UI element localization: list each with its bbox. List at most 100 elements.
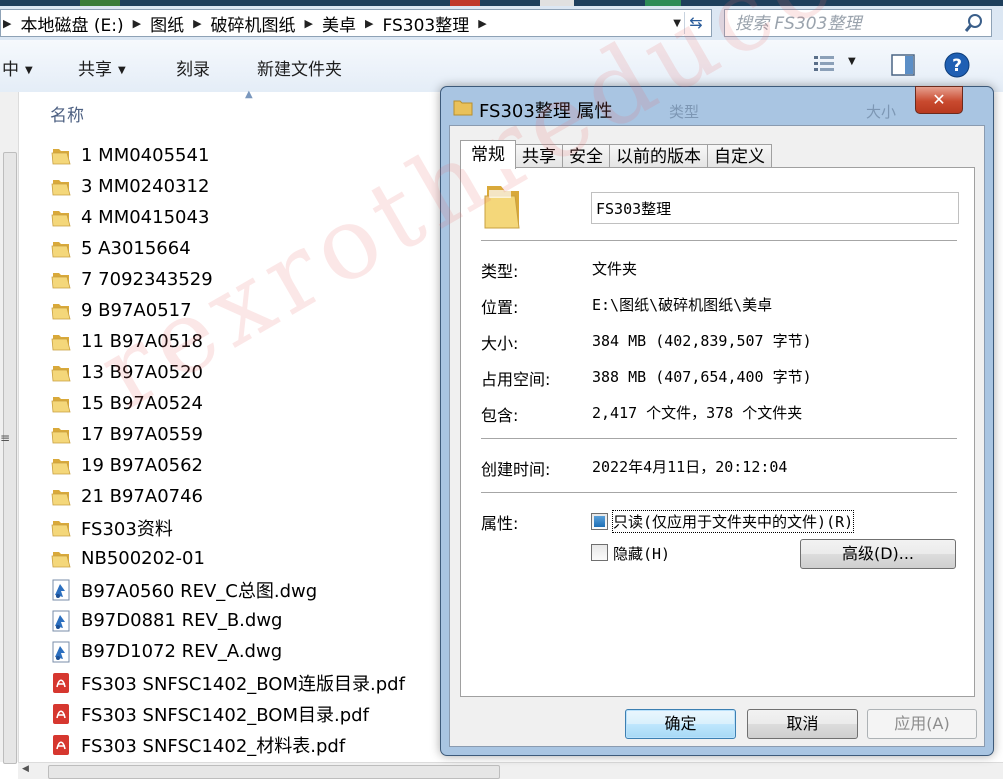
breadcrumb-separator-icon[interactable]: ▶: [133, 17, 141, 30]
tab-general[interactable]: 常规: [460, 140, 516, 169]
advanced-button[interactable]: 高级(D)...: [800, 539, 956, 569]
tab-strip: 常规 共享 安全 以前的版本 自定义: [460, 140, 772, 169]
breadcrumb-item-drawings[interactable]: 图纸: [150, 11, 184, 36]
hidden-checkbox[interactable]: [591, 544, 608, 561]
file-list-item[interactable]: 7 7092343529: [50, 264, 213, 295]
dialog-titlebar[interactable]: FS303整理 属性 类型 大小 ✕: [441, 86, 993, 127]
folder-name-field[interactable]: FS303整理: [591, 192, 959, 224]
file-name: 9 B97A0517: [81, 300, 192, 321]
file-list-item[interactable]: 13 B97A0520: [50, 357, 203, 388]
tab-customize[interactable]: 自定义: [707, 144, 772, 169]
address-history-dropdown-icon[interactable]: ▼: [673, 18, 681, 29]
tab-sharing[interactable]: 共享: [515, 144, 563, 169]
apply-button[interactable]: 应用(A): [867, 709, 977, 739]
share-button[interactable]: 共享 ▼: [78, 55, 126, 80]
file-list-item[interactable]: FS303 SNFSC1402_BOM连版目录.pdf: [50, 667, 405, 698]
breadcrumb: ▶ 本地磁盘 (E:) ▶ 图纸 ▶ 破碎机图纸 ▶ 美卓 ▶ FS303整理 …: [1, 10, 496, 36]
cancel-button[interactable]: 取消: [747, 709, 858, 739]
view-options-icon[interactable]: [812, 54, 838, 76]
file-list-item[interactable]: 5 A3015664: [50, 233, 191, 264]
help-icon[interactable]: ?: [944, 52, 970, 78]
file-name: NB500202-01: [81, 548, 205, 569]
folder-icon: [51, 303, 71, 319]
search-icon[interactable]: [963, 12, 985, 34]
file-list-item[interactable]: 19 B97A0562: [50, 450, 203, 481]
background-column-size: 大小: [866, 103, 897, 121]
folder-icon: [51, 210, 71, 226]
scrollbar-thumb[interactable]: [3, 152, 17, 764]
folder-icon: [51, 365, 71, 381]
file-list-item[interactable]: 4 MM0415043: [50, 202, 209, 233]
folder-icon: [453, 100, 473, 116]
created-label: 创建时间:: [481, 460, 551, 479]
ok-button[interactable]: 确定: [625, 709, 736, 739]
file-name: 5 A3015664: [81, 238, 191, 259]
chevron-down-icon: ▼: [25, 65, 33, 76]
breadcrumb-item-drive[interactable]: 本地磁盘 (E:): [20, 11, 123, 36]
svg-text:?: ?: [952, 56, 962, 76]
file-list-item[interactable]: 9 B97A0517: [50, 295, 192, 326]
type-value: 文件夹: [592, 260, 638, 278]
breadcrumb-item-metso[interactable]: 美卓: [322, 11, 356, 36]
folder-icon: [51, 334, 71, 350]
hidden-label[interactable]: 隐藏(H): [613, 543, 670, 564]
close-button[interactable]: ✕: [915, 86, 963, 114]
readonly-label[interactable]: 只读(仅应用于文件夹中的文件)(R): [611, 510, 855, 533]
file-list-item[interactable]: 17 B97A0559: [50, 419, 203, 450]
file-list-item[interactable]: 21 B97A0746: [50, 481, 203, 512]
size-on-disk-value: 388 MB (407,654,400 字节): [592, 368, 812, 386]
dialog-title: FS303整理 属性: [479, 101, 613, 122]
file-list-item[interactable]: B97D0881 REV_B.dwg: [50, 605, 282, 636]
file-list-item[interactable]: NB500202-01: [50, 543, 205, 574]
file-list-item[interactable]: 1 MM0405541: [50, 140, 209, 171]
address-bar[interactable]: ▶ 本地磁盘 (E:) ▶ 图纸 ▶ 破碎机图纸 ▶ 美卓 ▶ FS303整理 …: [0, 9, 712, 37]
file-list-item[interactable]: 11 B97A0518: [50, 326, 203, 357]
horizontal-scrollbar[interactable]: ◀: [18, 762, 1003, 779]
breadcrumb-item-crusher[interactable]: 破碎机图纸: [211, 11, 296, 36]
file-name: 4 MM0415043: [81, 207, 210, 228]
scroll-left-icon[interactable]: ◀: [22, 764, 29, 774]
file-name: 13 B97A0520: [81, 362, 204, 383]
file-list-item[interactable]: FS303资料: [50, 512, 173, 543]
folder-icon: [51, 148, 71, 164]
properties-dialog: FS303整理 属性 类型 大小 ✕ 常规 共享 安全 以前的版本 自定义 FS…: [440, 86, 994, 756]
tab-security[interactable]: 安全: [562, 144, 610, 169]
burn-button[interactable]: 刻录: [176, 55, 210, 80]
file-name: 19 B97A0562: [81, 455, 204, 476]
column-header-name[interactable]: 名称: [50, 101, 84, 126]
preview-pane-icon[interactable]: [890, 53, 916, 77]
breadcrumb-separator-icon[interactable]: ▶: [365, 17, 373, 30]
file-list-item[interactable]: FS303 SNFSC1402_BOM目录.pdf: [50, 698, 369, 729]
folder-icon: [51, 489, 71, 505]
readonly-checkbox[interactable]: [591, 513, 608, 530]
breadcrumb-separator-icon[interactable]: ▶: [305, 17, 313, 30]
file-list-item[interactable]: B97A0560 REV_C总图.dwg: [50, 574, 317, 605]
nav-pane-scrollbar[interactable]: [0, 92, 19, 764]
file-name: B97A0560 REV_C总图.dwg: [81, 580, 318, 602]
view-dropdown-icon[interactable]: ▼: [848, 56, 856, 67]
breadcrumb-separator-icon[interactable]: ▶: [3, 17, 11, 30]
scrollbar-thumb[interactable]: [48, 765, 500, 779]
splitter-grip-icon[interactable]: ≡: [0, 431, 10, 445]
file-list-item[interactable]: B97D1072 REV_A.dwg: [50, 636, 282, 667]
file-name: 15 B97A0524: [81, 393, 204, 414]
file-name: B97D1072 REV_A.dwg: [81, 641, 283, 662]
organize-button[interactable]: 中 ▼: [2, 55, 33, 80]
breadcrumb-item-current[interactable]: FS303整理: [382, 11, 469, 36]
new-folder-button[interactable]: 新建文件夹: [257, 55, 342, 80]
address-row: ▶ 本地磁盘 (E:) ▶ 图纸 ▶ 破碎机图纸 ▶ 美卓 ▶ FS303整理 …: [0, 6, 1003, 40]
file-list-item[interactable]: FS303 SNFSC1402_材料表.pdf: [50, 729, 345, 760]
file-list-item[interactable]: 3 MM0240312: [50, 171, 209, 202]
file-name: B97D0881 REV_B.dwg: [81, 610, 283, 631]
breadcrumb-separator-icon[interactable]: ▶: [478, 17, 486, 30]
size-value: 384 MB (402,839,507 字节): [592, 332, 812, 350]
refresh-icon[interactable]: ⇆: [684, 12, 707, 34]
breadcrumb-separator-icon[interactable]: ▶: [193, 17, 201, 30]
file-list-item[interactable]: 15 B97A0524: [50, 388, 203, 419]
tab-previous-versions[interactable]: 以前的版本: [609, 144, 708, 169]
file-name: FS303 SNFSC1402_BOM目录.pdf: [81, 704, 369, 726]
divider: [481, 240, 957, 241]
search-input[interactable]: [733, 12, 959, 36]
divider: [481, 438, 957, 439]
size-on-disk-label: 占用空间:: [481, 370, 551, 389]
